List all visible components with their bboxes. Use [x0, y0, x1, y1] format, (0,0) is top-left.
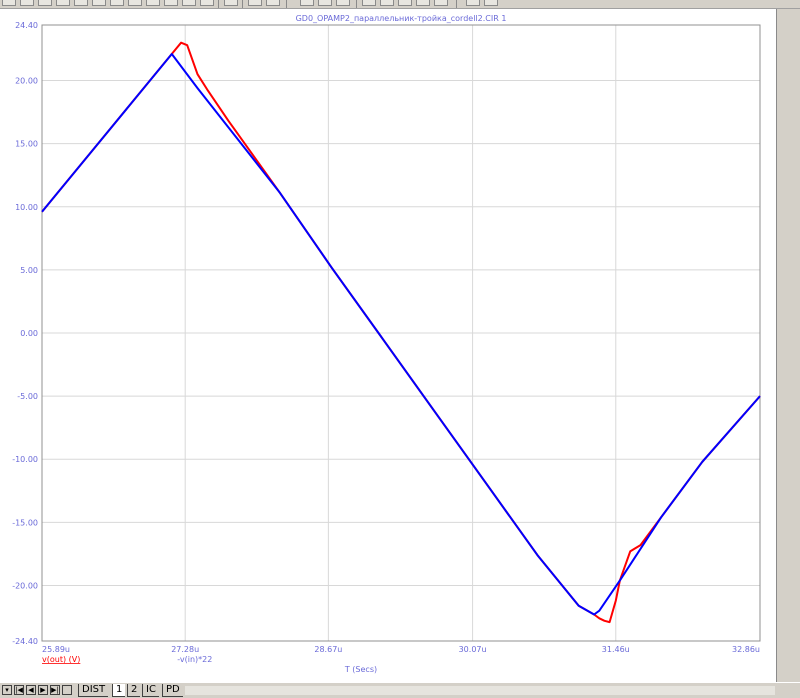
- toolbar-button[interactable]: [200, 0, 214, 6]
- tab-nav-menu-button[interactable]: ▾: [2, 685, 12, 695]
- toolbar-separator: [356, 0, 357, 8]
- tab-1[interactable]: 1: [112, 684, 126, 697]
- y-tick-label: 20.00: [15, 77, 38, 86]
- size-grip-icon[interactable]: [782, 686, 794, 696]
- series-vin-line: [41, 53, 761, 616]
- y-tick-label: 24.40: [15, 21, 38, 30]
- legend-vout: v(out) (V): [42, 655, 80, 664]
- plot-panel: GD0_OPAMP2_параллельник-тройка_cordell2.…: [0, 9, 777, 682]
- toolbar-button[interactable]: [38, 0, 52, 6]
- x-tick-label: 30.07u: [459, 645, 487, 654]
- y-tick-label: 15.00: [15, 140, 38, 149]
- y-tick-label: -5.00: [17, 392, 38, 401]
- toolbar-button[interactable]: [484, 0, 498, 6]
- toolbar-button[interactable]: [164, 0, 178, 6]
- x-tick-label: 32.86u: [732, 645, 760, 654]
- x-tick-labels: 25.89u 27.28u 28.67u 30.07u 31.46u 32.86u: [42, 645, 760, 654]
- chart: GD0_OPAMP2_параллельник-тройка_cordell2.…: [12, 14, 761, 674]
- x-tick-label: 27.28u: [171, 645, 199, 654]
- y-tick-label: -24.40: [12, 637, 38, 646]
- y-tick-labels: 24.40 20.00 15.00 10.00 5.00 0.00 -5.00 -10.00 -…: [12, 21, 38, 646]
- toolbar-separator: [456, 0, 457, 8]
- x-tick-label: 31.46u: [602, 645, 630, 654]
- tab-nav-first-button[interactable]: |◀: [14, 685, 24, 695]
- series-lines: [41, 41, 761, 624]
- toolbar-button[interactable]: [92, 0, 106, 6]
- toolbar: [0, 0, 800, 9]
- series-vout-line: [41, 41, 761, 624]
- toolbar-button[interactable]: [362, 0, 376, 6]
- y-tick-label: -15.00: [12, 518, 38, 527]
- toolbar-separator: [242, 0, 243, 8]
- toolbar-button[interactable]: [398, 0, 412, 6]
- tab-dist[interactable]: DIST: [78, 684, 109, 697]
- toolbar-button[interactable]: [466, 0, 480, 6]
- y-tick-label: -10.00: [12, 455, 38, 464]
- y-tick-label: 0.00: [20, 329, 38, 338]
- toolbar-button[interactable]: [318, 0, 332, 6]
- y-tick-label: -20.00: [12, 581, 38, 590]
- toolbar-button[interactable]: [146, 0, 160, 6]
- tab-pd[interactable]: PD: [162, 684, 183, 697]
- tab-nav-next-button[interactable]: ▶: [38, 685, 48, 695]
- toolbar-separator: [218, 0, 219, 8]
- toolbar-button[interactable]: [380, 0, 394, 6]
- toolbar-button[interactable]: [336, 0, 350, 6]
- toolbar-button[interactable]: [74, 0, 88, 6]
- toolbar-button[interactable]: [248, 0, 262, 6]
- chart-title: GD0_OPAMP2_параллельник-тройка_cordell2.…: [296, 14, 507, 23]
- x-tick-label: 28.67u: [314, 645, 342, 654]
- tab-nav-last-button[interactable]: ▶|: [50, 685, 60, 695]
- x-axis-label: T (Secs): [344, 665, 377, 674]
- toolbar-button[interactable]: [300, 0, 314, 6]
- toolbar-button[interactable]: [182, 0, 196, 6]
- toolbar-button[interactable]: [56, 0, 70, 6]
- statusbar: ▾ |◀ ◀ ▶ ▶| DIST 1 2 IC PD: [0, 682, 800, 698]
- y-tick-label: 5.00: [20, 266, 38, 275]
- tab-ic[interactable]: IC: [142, 684, 159, 697]
- grid: [41, 24, 761, 642]
- legend-vin: -v(in)*22: [177, 655, 212, 664]
- toolbar-separator: [286, 0, 287, 8]
- toolbar-button[interactable]: [224, 0, 238, 6]
- toolbar-button[interactable]: [128, 0, 142, 6]
- tab-2[interactable]: 2: [127, 684, 141, 697]
- x-tick-label: 25.89u: [42, 645, 70, 654]
- y-tick-label: 10.00: [15, 203, 38, 212]
- horizontal-scrollbar[interactable]: [185, 686, 775, 695]
- toolbar-button[interactable]: [416, 0, 430, 6]
- toolbar-button[interactable]: [110, 0, 124, 6]
- tab-nav-button[interactable]: [62, 685, 72, 695]
- tab-nav-prev-button[interactable]: ◀: [26, 685, 36, 695]
- toolbar-button[interactable]: [266, 0, 280, 6]
- toolbar-button[interactable]: [434, 0, 448, 6]
- right-panel-strip: [777, 9, 800, 682]
- toolbar-button[interactable]: [2, 0, 16, 6]
- toolbar-button[interactable]: [20, 0, 34, 6]
